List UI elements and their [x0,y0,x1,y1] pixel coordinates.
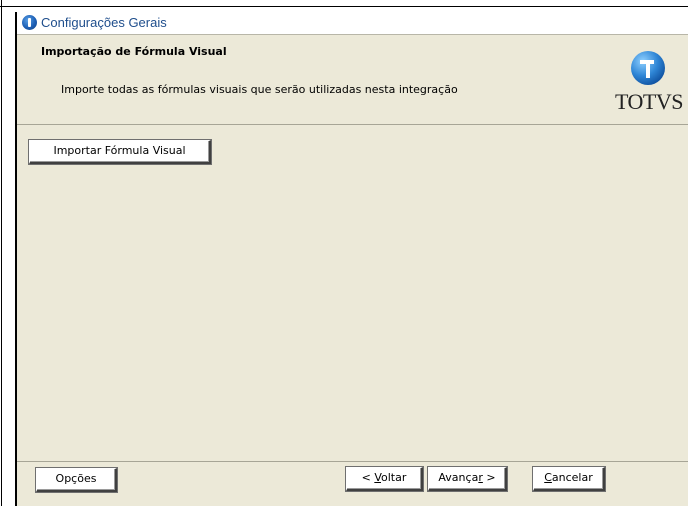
back-label-prefix: < [361,471,375,484]
next-label-rest: > [482,471,496,484]
import-visual-formula-button[interactable]: Importar Fórmula Visual [29,140,211,164]
dialog-window: Configurações Gerais Importação de Fórmu… [15,12,688,506]
page-title: Importação de Fórmula Visual [41,45,227,58]
wizard-header: Importação de Fórmula Visual Importe tod… [17,35,688,125]
cancel-label-mnemonic: C [544,471,552,484]
window-title: Configurações Gerais [41,15,167,30]
wizard-content: Importar Fórmula Visual [17,125,688,462]
back-button[interactable]: < Voltar [346,467,423,491]
next-label-prefix: Avança [438,471,479,484]
totvs-globe-icon [631,51,665,85]
logo-text: TOTVS [615,89,684,114]
options-button[interactable]: Opções [36,468,117,492]
left-border-line [1,0,2,506]
top-window-strip [0,0,688,7]
cancel-button[interactable]: Cancelar [533,467,605,491]
title-bar: Configurações Gerais [17,12,688,35]
back-label-rest: oltar [381,471,407,484]
totvs-logo: TOTVS [611,49,688,119]
cancel-label-rest: ancelar [551,471,593,484]
wizard-footer: Opções < Voltar Avançar > Cancelar [17,462,688,506]
next-button[interactable]: Avançar > [428,467,507,491]
page-subtitle: Importe todas as fórmulas visuais que se… [61,83,458,96]
app-globe-icon [22,15,37,30]
back-label-mnemonic: V [374,471,381,484]
